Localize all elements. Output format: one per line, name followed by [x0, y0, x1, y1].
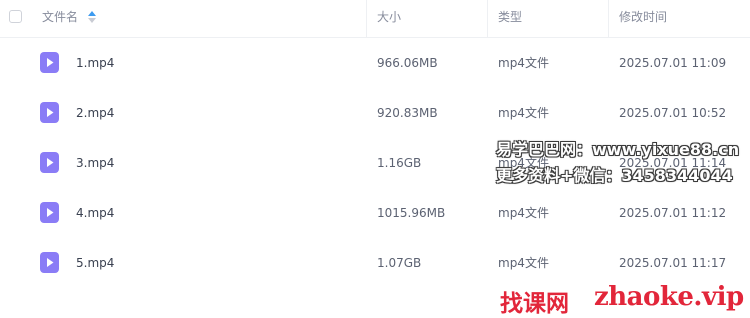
- file-modified: 2025.07.01 11:17: [619, 256, 727, 270]
- file-modified: 2025.07.01 11:12: [619, 206, 727, 220]
- file-name[interactable]: 2.mp4: [76, 88, 114, 138]
- column-divider[interactable]: [487, 0, 488, 37]
- video-file-icon: [40, 52, 59, 73]
- file-modified: 2025.07.01 11:09: [619, 56, 727, 70]
- watermark-line-1: 易学巴巴网：www.yixue88.cn: [496, 140, 740, 159]
- video-file-icon: [40, 102, 59, 123]
- file-size: 966.06MB: [377, 56, 438, 70]
- column-header-type[interactable]: 类型: [498, 0, 522, 37]
- column-divider[interactable]: [608, 0, 609, 37]
- file-size: 1.16GB: [377, 156, 422, 170]
- file-modified: 2025.07.01 10:52: [619, 106, 727, 120]
- table-row[interactable]: 1.mp4 966.06MB mp4文件 2025.07.01 11:09: [0, 38, 750, 88]
- file-type: mp4文件: [498, 106, 549, 120]
- file-name[interactable]: 3.mp4: [76, 138, 114, 188]
- file-size: 1.07GB: [377, 256, 422, 270]
- file-name[interactable]: 4.mp4: [76, 188, 114, 238]
- video-file-icon: [40, 252, 59, 273]
- table-row[interactable]: 5.mp4 1.07GB mp4文件 2025.07.01 11:17: [0, 238, 750, 288]
- file-size: 920.83MB: [377, 106, 438, 120]
- column-divider[interactable]: [366, 0, 367, 37]
- file-size: 1015.96MB: [377, 206, 446, 220]
- table-row[interactable]: 4.mp4 1015.96MB mp4文件 2025.07.01 11:12: [0, 188, 750, 238]
- watermark-line-2: 更多资料+微信：3458344044: [496, 166, 733, 185]
- file-type: mp4文件: [498, 256, 549, 270]
- sort-arrows-icon[interactable]: [88, 11, 96, 23]
- video-file-icon: [40, 202, 59, 223]
- file-name[interactable]: 5.mp4: [76, 238, 114, 288]
- column-header-size[interactable]: 大小: [377, 0, 401, 37]
- watermark-logo: 找课网: [500, 291, 569, 317]
- table-row[interactable]: 2.mp4 920.83MB mp4文件 2025.07.01 10:52: [0, 88, 750, 138]
- watermark-url: zhaoke.vip: [594, 282, 744, 312]
- column-header-modified[interactable]: 修改时间: [619, 0, 667, 37]
- file-type: mp4文件: [498, 206, 549, 220]
- file-type: mp4文件: [498, 56, 549, 70]
- table-header: 文件名 大小 类型 修改时间: [0, 0, 750, 38]
- column-header-name[interactable]: 文件名: [42, 0, 78, 37]
- select-all-checkbox[interactable]: [9, 10, 22, 23]
- file-name[interactable]: 1.mp4: [76, 38, 114, 88]
- video-file-icon: [40, 152, 59, 173]
